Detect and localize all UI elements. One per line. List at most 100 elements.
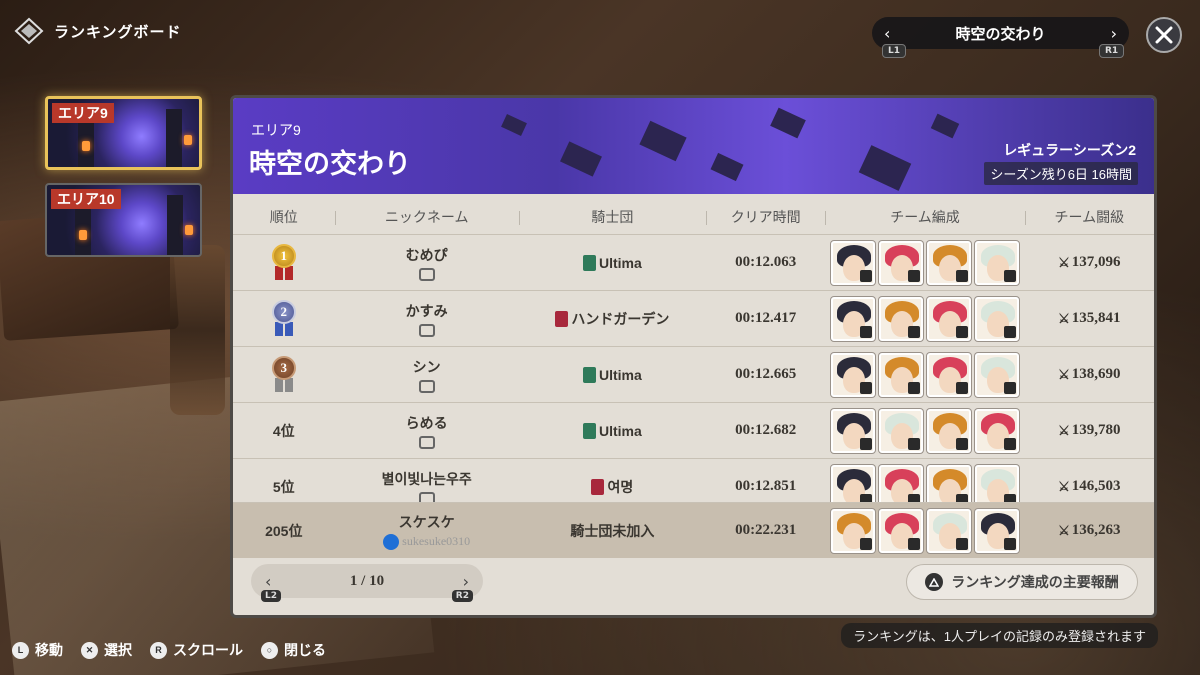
- ranking-rewards-button[interactable]: ランキング達成の主要報酬: [906, 564, 1138, 600]
- chevron-right-icon[interactable]: ›: [463, 572, 469, 591]
- element-icon: [860, 325, 872, 338]
- element-icon: [908, 269, 920, 282]
- nickname: スケスケ: [398, 513, 455, 530]
- element-icon: [908, 325, 920, 338]
- table-header: 順位 ニックネーム 騎士団 クリア時間 チーム編成 チーム闘級: [233, 202, 1154, 232]
- swords-icon: ⚔: [1058, 366, 1070, 382]
- background-hourglass: [170, 245, 225, 415]
- r-stick-icon: R: [150, 641, 167, 659]
- chevron-left-icon[interactable]: ‹: [884, 24, 890, 43]
- chevron-left-icon[interactable]: ‹: [265, 572, 271, 591]
- character-portrait[interactable]: [879, 408, 923, 453]
- character-portrait[interactable]: [927, 296, 971, 341]
- team-power: ⚔ 136,263: [1025, 522, 1154, 539]
- character-portrait[interactable]: [975, 352, 1019, 397]
- element-icon: [956, 437, 968, 450]
- swords-icon: ⚔: [1058, 522, 1070, 538]
- team-power: ⚔ 146,503: [1025, 478, 1154, 495]
- header-guild: 騎士団: [518, 207, 706, 227]
- table-row[interactable]: 3 シン Ultima 00:12.665 ⚔ 138,690: [233, 346, 1154, 402]
- character-portrait[interactable]: [927, 508, 971, 553]
- element-icon: [1004, 269, 1016, 282]
- banner-area-label: エリア9: [251, 122, 301, 138]
- clear-time: 00:12.063: [735, 254, 797, 270]
- header-power: チーム闘級: [1024, 207, 1154, 227]
- header-nickname: ニックネーム: [334, 207, 519, 227]
- bronze-medal-icon: 3: [266, 354, 302, 396]
- nickname: シン: [412, 358, 441, 375]
- guild-name: Ultima: [598, 366, 642, 383]
- character-portrait[interactable]: [927, 352, 971, 397]
- character-portrait[interactable]: [975, 240, 1019, 285]
- power-value: 138,690: [1071, 366, 1121, 382]
- nickname-cell: かすみ: [335, 301, 519, 337]
- team-power: ⚔ 135,841: [1025, 310, 1154, 327]
- character-portrait[interactable]: [879, 240, 923, 285]
- medal-ribbon: [274, 321, 283, 336]
- character-portrait[interactable]: [831, 508, 875, 553]
- table-row[interactable]: 1 むめぴ Ultima 00:12.063 ⚔ 137,096: [233, 234, 1154, 290]
- character-portrait[interactable]: [831, 296, 875, 341]
- control-close: ○ 閉じる: [261, 640, 326, 660]
- swords-icon: ⚔: [1058, 254, 1070, 270]
- control-move: L 移動: [12, 640, 63, 660]
- nickname-cell: むめぴ: [335, 245, 519, 281]
- rank-text: 205位: [265, 522, 303, 539]
- medal-ribbon: [274, 377, 283, 392]
- area-selector[interactable]: ‹ 時空の交わり ›: [872, 17, 1129, 49]
- character-portrait[interactable]: [927, 408, 971, 453]
- element-icon: [908, 381, 920, 394]
- season-remaining: シーズン残り6日 16時間: [984, 162, 1138, 185]
- screen-title: ランキングボード: [12, 16, 182, 46]
- medal-number: 3: [271, 355, 296, 380]
- self-ranking-row[interactable]: 205位 スケスケ sukesuke0310 騎士団未加入 00:22.231 ⚔ 136,…: [233, 502, 1154, 558]
- platform-icon: [418, 435, 435, 449]
- character-portrait[interactable]: [831, 408, 875, 453]
- area-card-label: エリア9: [52, 103, 114, 123]
- table-row[interactable]: 4位 らめる Ultima 00:12.682 ⚔ 139,780: [233, 402, 1154, 458]
- guild-emblem-icon: [582, 422, 596, 439]
- close-icon: [1155, 26, 1173, 44]
- character-portrait[interactable]: [831, 352, 875, 397]
- guild-emblem-icon: [591, 478, 605, 495]
- element-icon: [956, 269, 968, 282]
- rank-cell: 4位: [233, 421, 335, 441]
- character-portrait[interactable]: [927, 240, 971, 285]
- medal-number: 2: [271, 299, 296, 324]
- team-cell: [825, 508, 1024, 553]
- team-cell: [825, 296, 1024, 341]
- l-stick-icon: L: [12, 641, 29, 659]
- clear-time: 00:12.682: [735, 422, 797, 438]
- character-portrait[interactable]: [879, 352, 923, 397]
- element-icon: [860, 537, 872, 550]
- season-label: レギュラーシーズン2: [1003, 142, 1136, 158]
- area-banner: エリア9 時空の交わり レギュラーシーズン2 シーズン残り6日 16時間: [233, 98, 1154, 194]
- chevron-right-icon[interactable]: ›: [1111, 24, 1117, 43]
- character-portrait[interactable]: [975, 408, 1019, 453]
- nickname: かすみ: [405, 302, 448, 319]
- character-portrait[interactable]: [879, 296, 923, 341]
- medal-number: 1: [271, 243, 296, 268]
- guild-name: 여명: [607, 478, 634, 495]
- area-card-9[interactable]: エリア9: [45, 96, 202, 170]
- psn-id: sukesuke0310: [402, 534, 471, 548]
- guild-cell: Ultima: [519, 366, 706, 383]
- rank-text: 5位: [272, 478, 295, 495]
- element-icon: [1004, 537, 1016, 550]
- table-row[interactable]: 2 かすみ ハンドガーデン 00:12.417 ⚔ 135,841: [233, 290, 1154, 346]
- team-power: ⚔ 139,780: [1025, 422, 1154, 439]
- character-portrait[interactable]: [975, 508, 1019, 553]
- close-button[interactable]: [1146, 17, 1182, 53]
- character-portrait[interactable]: [975, 296, 1019, 341]
- area-selector-name: 時空の交わり: [955, 25, 1046, 43]
- guild-emblem-icon: [555, 310, 569, 327]
- element-icon: [956, 537, 968, 550]
- area-card-10[interactable]: エリア10: [45, 183, 202, 257]
- power-value: 146,503: [1071, 478, 1121, 494]
- character-portrait[interactable]: [879, 508, 923, 553]
- character-portrait[interactable]: [831, 240, 875, 285]
- power-value: 137,096: [1071, 254, 1121, 270]
- medal-ribbon: [284, 321, 293, 336]
- guild-cell: Ultima: [519, 422, 706, 439]
- control-hints: L 移動 ✕ 選択 R スクロール ○ 閉じる: [12, 640, 326, 660]
